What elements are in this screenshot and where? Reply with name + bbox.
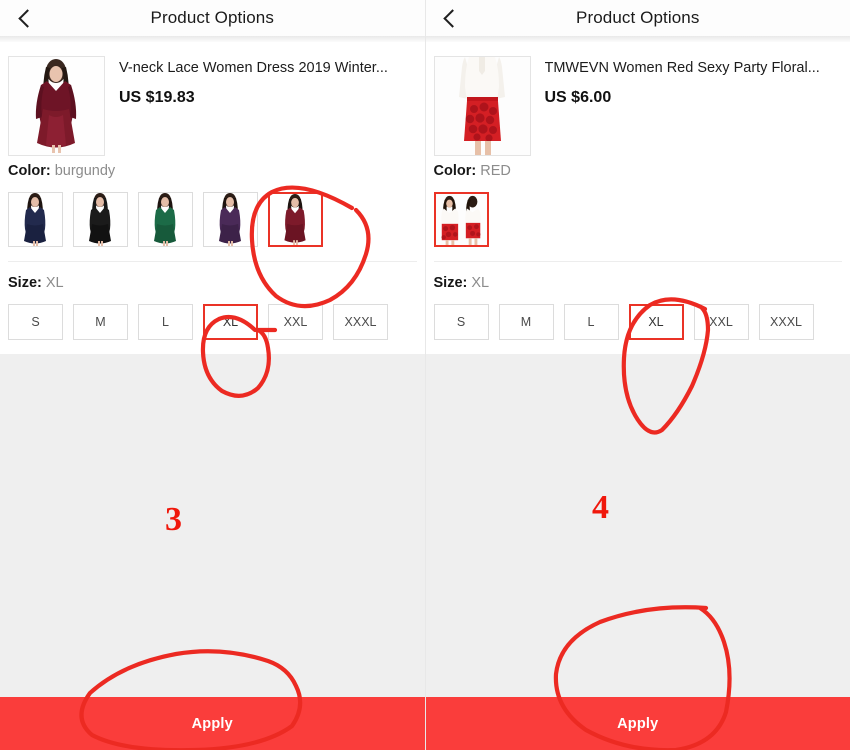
size-button-m[interactable]: M — [73, 304, 128, 340]
size-button-l[interactable]: L — [138, 304, 193, 340]
size-label: Size: XL — [8, 262, 417, 292]
color-swatch-black[interactable] — [73, 192, 128, 247]
product-thumbnail[interactable] — [8, 56, 105, 156]
options-card-left: V-neck Lace Women Dress 2019 Winter... U… — [0, 42, 425, 354]
product-info: V-neck Lace Women Dress 2019 Winter... U… — [105, 56, 388, 140]
size-selected-value: XL — [45, 275, 64, 291]
color-swatch-row — [8, 180, 417, 261]
size-button-xxxl[interactable]: XXXL — [758, 304, 814, 340]
color-swatch-navy[interactable] — [8, 192, 63, 247]
back-button[interactable] — [434, 0, 468, 36]
size-label: Size: XL — [434, 262, 843, 292]
size-section: Size: XL S M L XL XXL XXXL — [426, 262, 850, 354]
panel-right-product-options: Product Options TMWEVN Women Red Sexy Pa… — [424, 0, 850, 750]
product-price: US $6.00 — [544, 89, 612, 106]
product-summary: V-neck Lace Women Dress 2019 Winter... U… — [0, 42, 425, 156]
product-title: V-neck Lace Women Dress 2019 Winter... — [119, 60, 388, 76]
page-title: Product Options — [576, 8, 700, 27]
product-price: US $19.83 — [119, 89, 195, 106]
color-selected-value: RED — [480, 163, 511, 179]
color-swatch-burgundy[interactable] — [268, 192, 323, 247]
size-selected-value: XL — [471, 275, 490, 291]
color-section: Color: RED — [426, 150, 850, 261]
options-card-right: TMWEVN Women Red Sexy Party Floral... US… — [425, 42, 850, 354]
apply-button[interactable]: Apply — [425, 697, 850, 750]
product-thumbnail[interactable] — [433, 56, 531, 156]
apply-button-label: Apply — [617, 715, 659, 732]
app-header-right: Product Options — [425, 0, 850, 36]
size-button-s[interactable]: S — [433, 304, 489, 340]
panel-left-product-options: Product Options V-neck Lace Women Dress … — [0, 0, 425, 750]
size-label-text: Size: — [433, 275, 468, 291]
size-button-m[interactable]: M — [498, 304, 554, 340]
size-button-xxxl[interactable]: XXXL — [333, 304, 388, 340]
color-swatch-purple[interactable] — [203, 192, 258, 247]
chevron-left-icon — [17, 8, 37, 28]
product-info: TMWEVN Women Red Sexy Party Floral... US… — [531, 56, 820, 140]
size-button-s[interactable]: S — [8, 304, 63, 340]
size-section: Size: XL S M L XL XXL XXXL — [0, 262, 425, 354]
page-title: Product Options — [150, 8, 274, 27]
color-swatch-row — [433, 180, 843, 261]
size-button-xxl[interactable]: XXL — [693, 304, 749, 340]
apply-button-label: Apply — [191, 715, 233, 732]
product-summary: TMWEVN Women Red Sexy Party Floral... US… — [426, 42, 850, 156]
chevron-left-icon — [443, 8, 462, 28]
size-button-xxl[interactable]: XXL — [268, 304, 323, 340]
size-label-text: Size: — [8, 275, 42, 291]
color-selected-value: burgundy — [54, 163, 116, 179]
back-button[interactable] — [8, 0, 42, 36]
size-button-row: S M L XL XXL XXXL — [8, 292, 417, 354]
size-button-row: S M L XL XXL XXXL — [433, 292, 843, 354]
product-title: TMWEVN Women Red Sexy Party Floral... — [544, 60, 820, 76]
color-swatch-green[interactable] — [138, 192, 193, 247]
color-swatch-red[interactable] — [433, 192, 489, 247]
color-label-text: Color: — [8, 163, 51, 179]
size-button-l[interactable]: L — [563, 304, 619, 340]
dual-screenshot-comparison: Product Options V-neck Lace Women Dress … — [0, 0, 850, 750]
color-section: Color: burgundy — [0, 150, 425, 261]
apply-button[interactable]: Apply — [0, 697, 425, 750]
size-button-xl[interactable]: XL — [203, 304, 258, 340]
app-header-left: Product Options — [0, 0, 425, 36]
size-button-xl[interactable]: XL — [628, 304, 684, 340]
color-label-text: Color: — [433, 163, 477, 179]
